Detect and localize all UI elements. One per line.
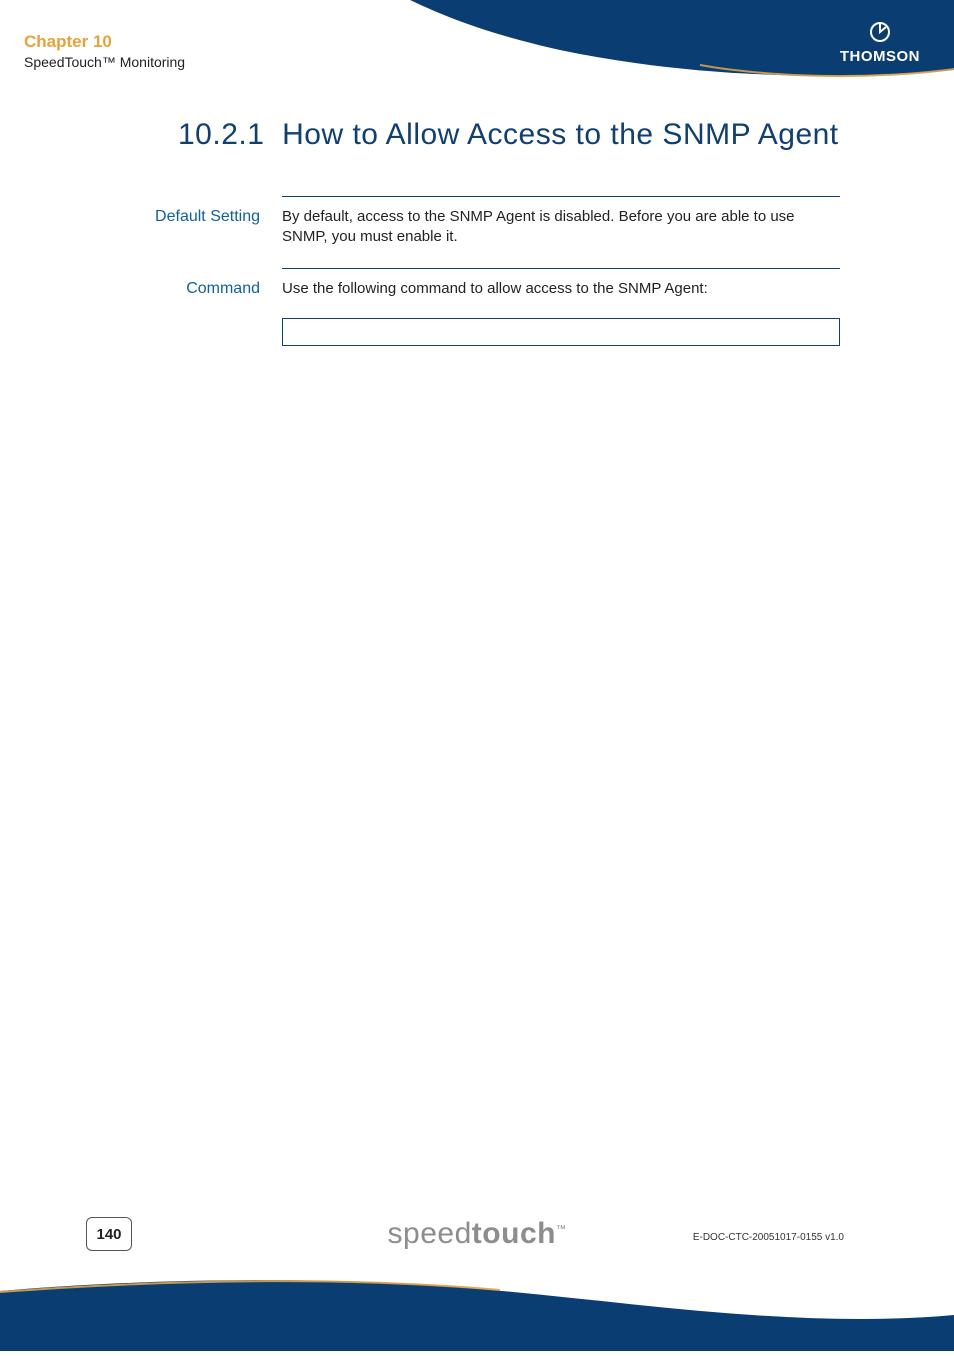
thomson-logo: THOMSON: [840, 20, 920, 65]
page-number: 140: [96, 1226, 121, 1243]
logo-tm: ™: [556, 1224, 567, 1235]
logo-part-light: speed: [388, 1217, 472, 1250]
section-number: 10.2.1: [178, 118, 264, 151]
divider: [282, 268, 840, 269]
row-body-wrap: Use the following command to allow acces…: [282, 268, 840, 299]
command-box: [282, 318, 840, 346]
row-body: By default, access to the SNMP Agent is …: [282, 207, 840, 248]
footer: 140 speedtouch™ E-DOC-CTC-20051017-0155 …: [0, 1221, 954, 1351]
logo-part-bold: touch: [472, 1217, 556, 1250]
row-body: Use the following command to allow acces…: [282, 279, 840, 299]
chapter-subtitle: SpeedTouch™ Monitoring: [24, 54, 185, 70]
page-number-box: 140: [86, 1217, 132, 1251]
speedtouch-logo: speedtouch™: [388, 1217, 567, 1251]
row-label: Default Setting: [0, 196, 260, 226]
footer-doc-ref: E-DOC-CTC-20051017-0155 v1.0: [693, 1232, 844, 1243]
row-label: Command: [0, 268, 260, 298]
thomson-mark-icon: [840, 20, 920, 48]
footer-band: [0, 1275, 954, 1351]
row-body-wrap: By default, access to the SNMP Agent is …: [282, 196, 840, 248]
section-heading: 10.2.1 How to Allow Access to the SNMP A…: [0, 118, 954, 152]
divider: [282, 196, 840, 197]
section-title: How to Allow Access to the SNMP Agent: [282, 118, 839, 151]
thomson-name: THOMSON: [840, 48, 920, 65]
chapter-title: Chapter 10: [24, 32, 185, 52]
chapter-block: Chapter 10 SpeedTouch™ Monitoring: [24, 32, 185, 70]
